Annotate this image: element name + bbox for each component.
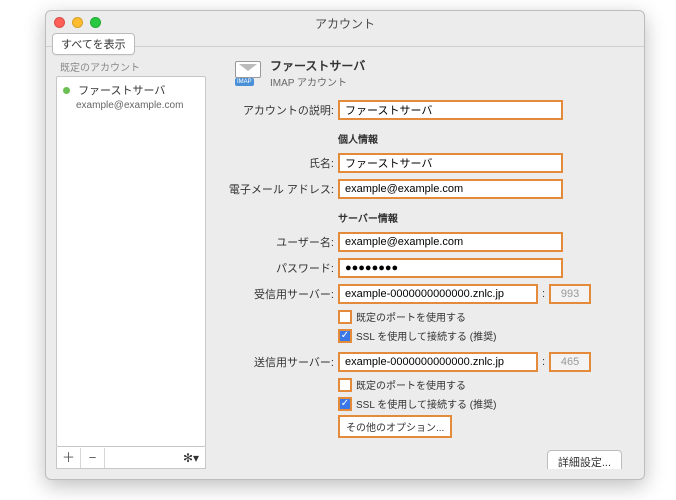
traffic-lights	[54, 17, 101, 28]
email-input[interactable]	[338, 179, 563, 199]
account-name: ファーストサーバ	[78, 85, 165, 97]
titlebar: アカウント すべてを表示	[46, 11, 644, 47]
description-label: アカウントの説明:	[214, 102, 334, 118]
outgoing-server-input[interactable]	[338, 352, 538, 372]
remove-account-button[interactable]: −	[81, 448, 105, 468]
password-label: パスワード:	[214, 260, 334, 276]
main-panel: IMAP ファーストサーバ IMAP アカウント アカウントの説明: 個人情報 …	[214, 57, 634, 469]
account-list-item[interactable]: ファーストサーバ example@example.com	[57, 77, 205, 114]
email-label: 電子メール アドレス:	[214, 181, 334, 197]
gear-icon[interactable]: ✻▾	[177, 451, 205, 465]
account-list[interactable]: ファーストサーバ example@example.com	[56, 76, 206, 447]
fullname-input[interactable]	[338, 153, 563, 173]
sidebar-heading: 既定のアカウント	[56, 57, 206, 76]
advanced-settings-button[interactable]: 詳細設定...	[547, 450, 622, 469]
show-all-button[interactable]: すべてを表示	[52, 33, 135, 55]
outgoing-label: 送信用サーバー:	[214, 354, 334, 370]
account-form: アカウントの説明: 個人情報 氏名: 電子メール アドレス: サーバー情報 ユー…	[214, 99, 628, 469]
username-input[interactable]	[338, 232, 563, 252]
window: アカウント すべてを表示 既定のアカウント ファーストサーバ example@e…	[45, 10, 645, 480]
incoming-default-port-label: 既定のポートを使用する	[356, 309, 466, 324]
username-label: ユーザー名:	[214, 234, 334, 250]
outgoing-default-port-label: 既定のポートを使用する	[356, 377, 466, 392]
colon: :	[542, 356, 545, 368]
account-title: ファーストサーバ	[270, 57, 365, 74]
outgoing-ssl-checkbox[interactable]: ✓	[338, 397, 352, 411]
outgoing-port-input[interactable]	[549, 352, 591, 372]
sidebar-footer: ＋ − ✻▾	[56, 447, 206, 469]
zoom-icon[interactable]	[90, 17, 101, 28]
account-header: IMAP ファーストサーバ IMAP アカウント	[234, 57, 628, 89]
close-icon[interactable]	[54, 17, 65, 28]
incoming-default-port-checkbox[interactable]	[338, 310, 352, 324]
sidebar: 既定のアカウント ファーストサーバ example@example.com ＋ …	[56, 57, 206, 469]
more-options-button[interactable]: その他のオプション...	[338, 415, 452, 438]
account-type-label: IMAP アカウント	[270, 74, 365, 89]
incoming-ssl-checkbox[interactable]: ✓	[338, 329, 352, 343]
incoming-label: 受信用サーバー:	[214, 286, 334, 302]
password-input[interactable]	[338, 258, 563, 278]
add-account-button[interactable]: ＋	[57, 448, 81, 468]
minimize-icon[interactable]	[72, 17, 83, 28]
status-dot-icon	[63, 87, 70, 94]
incoming-ssl-label: SSL を使用して接続する (推奨)	[356, 328, 496, 343]
section-personal: 個人情報	[338, 131, 628, 146]
outgoing-default-port-checkbox[interactable]	[338, 378, 352, 392]
description-input[interactable]	[338, 100, 563, 120]
body: 既定のアカウント ファーストサーバ example@example.com ＋ …	[46, 47, 644, 479]
incoming-port-input[interactable]	[549, 284, 591, 304]
window-title: アカウント	[46, 11, 644, 32]
colon: :	[542, 288, 545, 300]
mail-icon: IMAP	[234, 61, 262, 85]
account-email: example@example.com	[76, 100, 199, 111]
incoming-server-input[interactable]	[338, 284, 538, 304]
outgoing-ssl-label: SSL を使用して接続する (推奨)	[356, 396, 496, 411]
section-server: サーバー情報	[338, 210, 628, 225]
fullname-label: 氏名:	[214, 155, 334, 171]
